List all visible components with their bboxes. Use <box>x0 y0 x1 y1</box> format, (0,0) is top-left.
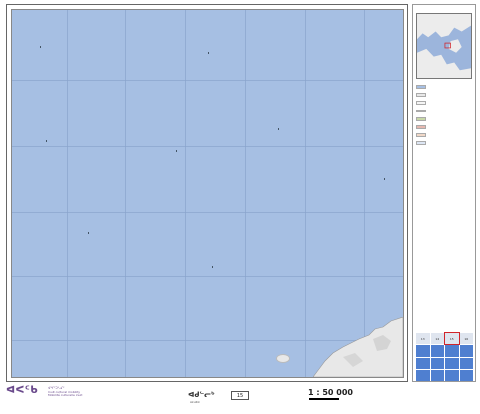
index-cell[interactable] <box>416 345 430 357</box>
grid-line <box>12 146 403 147</box>
sounding-mark <box>212 266 213 268</box>
grid-line <box>12 276 403 277</box>
legend-swatch <box>416 109 426 112</box>
scale-bar <box>309 398 339 400</box>
legend-row <box>416 115 472 122</box>
index-cell[interactable] <box>459 345 473 357</box>
sounding-mark <box>88 232 89 234</box>
legend-row <box>416 139 472 146</box>
sheet-index-grid: 13 14 15 16 <box>416 331 473 381</box>
inset-land <box>417 14 471 78</box>
map-sidebar: 13 14 15 16 <box>412 4 476 382</box>
coastline-land <box>313 317 403 377</box>
legend-swatch <box>416 124 426 129</box>
sounding-mark <box>176 150 177 152</box>
map-subtitle: Akullik <box>190 400 200 404</box>
sounding-mark <box>278 128 279 130</box>
map-area[interactable] <box>11 9 404 378</box>
index-cell[interactable] <box>445 357 459 369</box>
legend-swatch <box>416 132 426 137</box>
logo-text-block: ᐊᖏᑦᑐᕐᓗᒋᑦ Inuit cultural mobility Mobilit… <box>48 386 83 398</box>
legend-swatch <box>416 92 426 97</box>
grid-line <box>185 10 186 377</box>
sounding-mark <box>208 52 209 54</box>
map-frame <box>6 4 408 382</box>
sheet-number: 15 <box>231 391 249 400</box>
grid-line <box>67 10 68 377</box>
index-cell[interactable] <box>416 357 430 369</box>
index-cell[interactable] <box>430 357 444 369</box>
scale-ratio: 1 : 50 000 <box>308 388 353 397</box>
map-title: ᐊᑯᓪᓕᒃ <box>188 391 215 399</box>
grid-line <box>305 10 306 377</box>
island <box>276 354 290 363</box>
map-sheet: 13 14 15 16 ᐊᐸᑦᑲ ᐊᖏᑦᑐᕐᓗᒋᑦ Inuit cultural… <box>0 0 480 414</box>
legend-swatch <box>416 100 426 105</box>
location-inset-map[interactable] <box>416 13 472 79</box>
grid-line <box>245 10 246 377</box>
legend-row <box>416 83 472 90</box>
sounding-mark <box>46 140 47 142</box>
grid-line <box>12 212 403 213</box>
grid-line <box>125 10 126 377</box>
index-cell[interactable] <box>459 357 473 369</box>
index-cell[interactable] <box>416 369 430 381</box>
legend-row <box>416 123 472 130</box>
index-cell[interactable] <box>445 345 459 357</box>
legend-swatch <box>416 116 426 121</box>
legend-swatch <box>416 140 426 145</box>
index-cell[interactable]: 14 <box>430 333 444 345</box>
legend-swatch <box>416 84 426 89</box>
sounding-mark <box>384 178 385 180</box>
logo-line: Mobilité culturelle inuit <box>48 393 83 398</box>
grid-line <box>12 80 403 81</box>
index-cell[interactable] <box>430 345 444 357</box>
index-cell[interactable]: 13 <box>416 333 430 345</box>
index-cell[interactable] <box>459 369 473 381</box>
legend-row <box>416 131 472 138</box>
sounding-mark <box>40 46 41 48</box>
index-cell[interactable] <box>430 369 444 381</box>
legend-row <box>416 107 472 114</box>
index-cell-current[interactable]: 15 <box>444 331 460 346</box>
map-footer: ᐊᐸᑦᑲ ᐊᖏᑦᑐᕐᓗᒋᑦ Inuit cultural mobility Mo… <box>0 384 480 414</box>
index-cell[interactable] <box>445 369 459 381</box>
index-cell[interactable]: 16 <box>459 333 473 345</box>
legend-row <box>416 91 472 98</box>
legend-row <box>416 99 472 106</box>
